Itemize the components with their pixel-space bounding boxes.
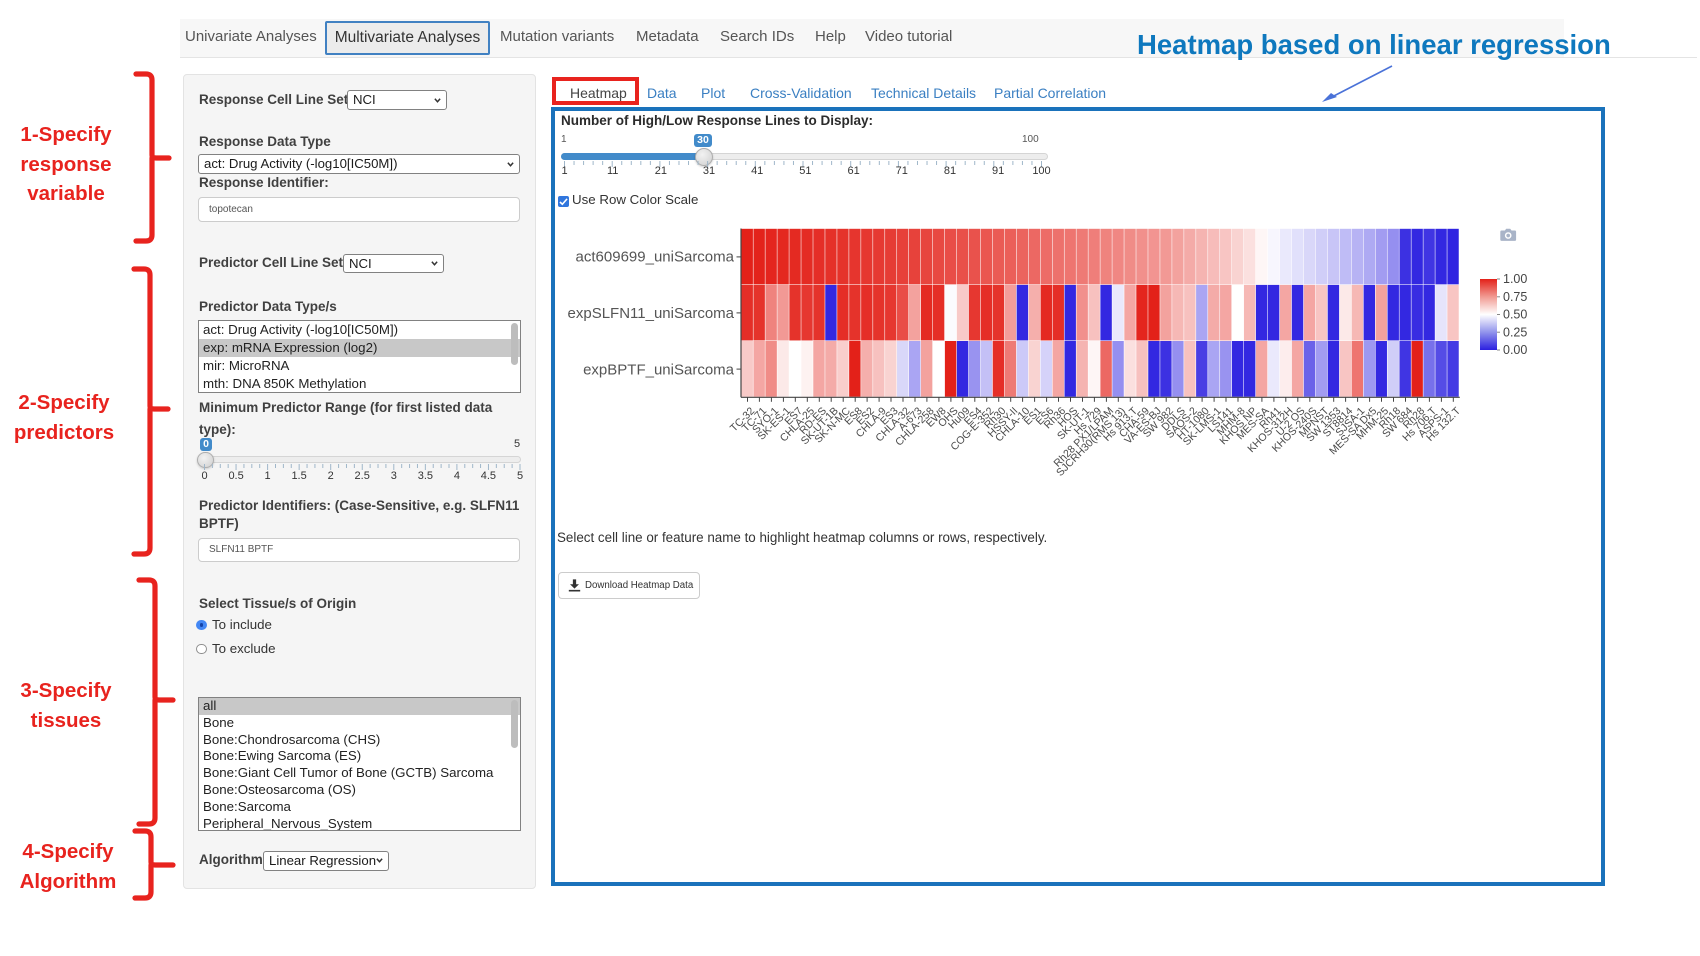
svg-text:1.00: 1.00: [1503, 272, 1527, 286]
svg-text:expSLFN11_uniSarcoma: expSLFN11_uniSarcoma: [568, 305, 735, 322]
svg-text:act609699_uniSarcoma: act609699_uniSarcoma: [576, 249, 735, 266]
svg-text:0.50: 0.50: [1503, 308, 1527, 322]
svg-text:expBPTF_uniSarcoma: expBPTF_uniSarcoma: [583, 362, 735, 379]
svg-text:0.00: 0.00: [1503, 343, 1527, 357]
svg-text:0.25: 0.25: [1503, 325, 1527, 339]
svg-text:0.75: 0.75: [1503, 290, 1527, 304]
